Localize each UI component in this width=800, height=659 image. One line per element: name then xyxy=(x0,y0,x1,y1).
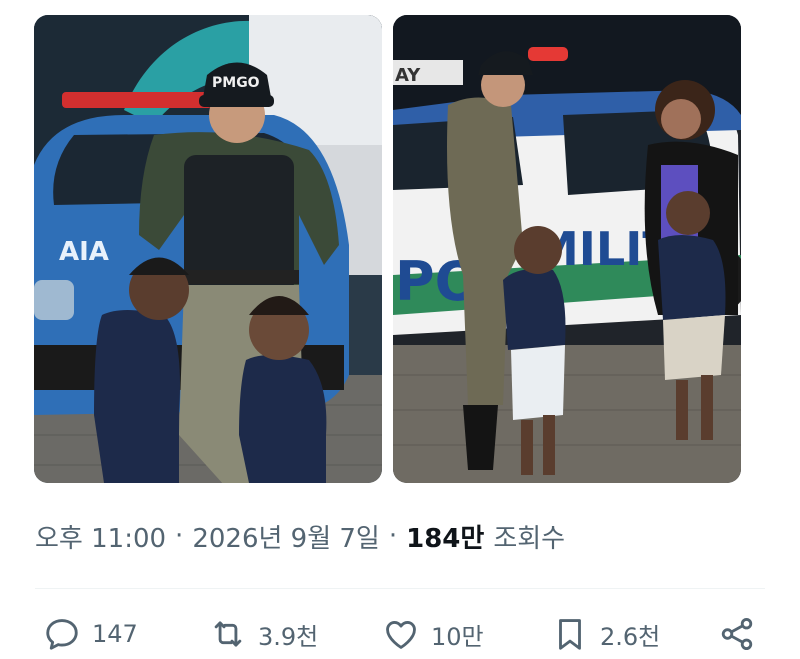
views-label: 조회수 xyxy=(493,523,566,554)
bookmark-icon xyxy=(550,614,590,654)
repost-button[interactable]: 3.9천 xyxy=(208,612,318,656)
photo-2-scene: AY PO MILITA xyxy=(393,15,741,483)
divider xyxy=(35,588,765,589)
tweet-actions-bar: 147 3.9천 10만 2.6천 xyxy=(0,612,800,656)
repost-icon xyxy=(208,614,248,654)
meta-separator: · xyxy=(175,521,184,551)
tweet-photo-2[interactable]: AY PO MILITA xyxy=(393,15,741,483)
repost-count: 3.9천 xyxy=(258,622,319,651)
tweet-date[interactable]: 2026년 9월 7일 xyxy=(192,518,380,555)
photo-1-car-text: AIA xyxy=(59,237,109,267)
like-button[interactable]: 10만 xyxy=(381,612,484,656)
bookmark-button[interactable]: 2.6천 xyxy=(550,612,660,656)
like-icon xyxy=(381,614,421,654)
photo-2-sign-text: AY xyxy=(395,65,421,86)
reply-icon xyxy=(42,614,82,654)
views-count: 184만 xyxy=(406,523,485,554)
photo-1-scene: AIA PMGO xyxy=(34,15,382,483)
photo-1-cap-text: PMGO xyxy=(212,75,260,91)
meta-separator: · xyxy=(388,521,398,551)
like-count: 10만 xyxy=(431,622,484,651)
share-button[interactable] xyxy=(717,612,757,656)
tweet-time[interactable]: 오후 11:00 xyxy=(35,518,166,555)
bookmark-count: 2.6천 xyxy=(600,622,661,651)
reply-count: 147 xyxy=(92,620,138,648)
tweet-meta: 오후 11:00 · 2026년 9월 7일 · 184만 조회수 xyxy=(35,516,565,556)
share-icon xyxy=(717,614,757,654)
reply-button[interactable]: 147 xyxy=(42,612,138,656)
tweet-photo-1[interactable]: AIA PMGO xyxy=(34,15,382,483)
